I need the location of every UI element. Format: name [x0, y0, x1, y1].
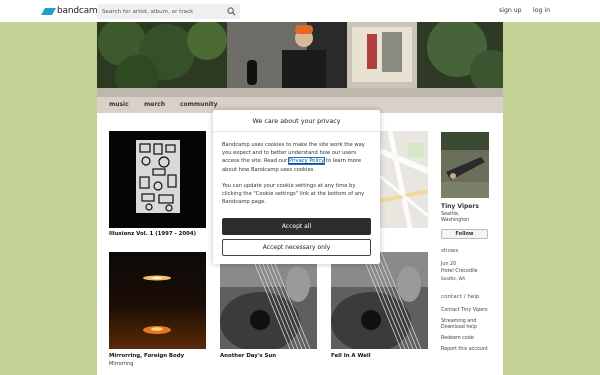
show-city: Seattle, WA [441, 276, 466, 281]
tab-community[interactable]: community [180, 101, 218, 108]
search-box [97, 4, 240, 19]
artist-location-state: Washington [441, 218, 470, 223]
dialog-divider [213, 131, 380, 132]
contact-artist-link[interactable]: Contact Tiny Vipers [441, 308, 488, 313]
show-venue[interactable]: Hotel Crocodile [441, 269, 478, 274]
dialog-title: We care about your privacy [252, 117, 341, 125]
album-title-4[interactable]: Fell In A Well [331, 353, 371, 359]
top-bar: bandcamp sign up log in [0, 0, 600, 22]
redeem-code-link[interactable]: Redeem code [441, 336, 474, 341]
album-cover-partial[interactable] [380, 131, 428, 228]
search-icon[interactable] [227, 7, 236, 16]
tab-music[interactable]: music [109, 101, 129, 108]
album-title-2[interactable]: Mirrorring, Foreign Body [109, 353, 184, 359]
album-cover-fell-in-a-well[interactable] [331, 252, 428, 349]
bandcamp-logo-icon [40, 7, 57, 15]
cookie-consent-dialog: We care about your privacy Bandcamp uses… [213, 110, 380, 264]
show-date: Jun 20 [441, 262, 457, 267]
streaming-help-link[interactable]: Streaming and [441, 319, 476, 324]
artist-photo [441, 132, 489, 198]
artist-banner-image [97, 22, 503, 97]
contact-heading: contact / help [441, 294, 480, 300]
download-help-link[interactable]: Download help [441, 325, 477, 330]
accept-necessary-button[interactable]: Accept necessary only [222, 239, 371, 256]
artist-name[interactable]: Tiny Vipers [441, 203, 479, 210]
privacy-policy-link[interactable]: Privacy Policy [287, 157, 326, 166]
artist-location-city: Seattle, [441, 212, 460, 217]
report-account-link[interactable]: Report this account [441, 347, 488, 352]
album-title-1[interactable]: Illusionz Vol. 1 (1997 - 2004) [109, 231, 196, 237]
follow-button[interactable]: Follow [441, 229, 488, 239]
shows-heading: shows [441, 248, 459, 254]
sign-up-link[interactable]: sign up [499, 7, 522, 14]
album-title-3[interactable]: Another Day's Sun [220, 353, 276, 359]
search-input[interactable] [97, 4, 223, 19]
bandcamp-logo[interactable]: bandcamp [40, 5, 103, 17]
album-cover-another-days-sun[interactable] [220, 252, 317, 349]
log-in-link[interactable]: log in [533, 7, 550, 14]
accept-all-button[interactable]: Accept all [222, 218, 371, 235]
album-cover-illusionz[interactable] [109, 131, 206, 228]
cookie-settings-note: You can update your cookie settings at a… [222, 183, 365, 206]
album-cover-mirrorring[interactable] [109, 252, 206, 349]
album-artist-2[interactable]: Mirrorring [109, 361, 133, 367]
tab-merch[interactable]: merch [144, 101, 165, 108]
cookie-explanation: Bandcamp uses cookies to make the site w… [222, 141, 372, 174]
